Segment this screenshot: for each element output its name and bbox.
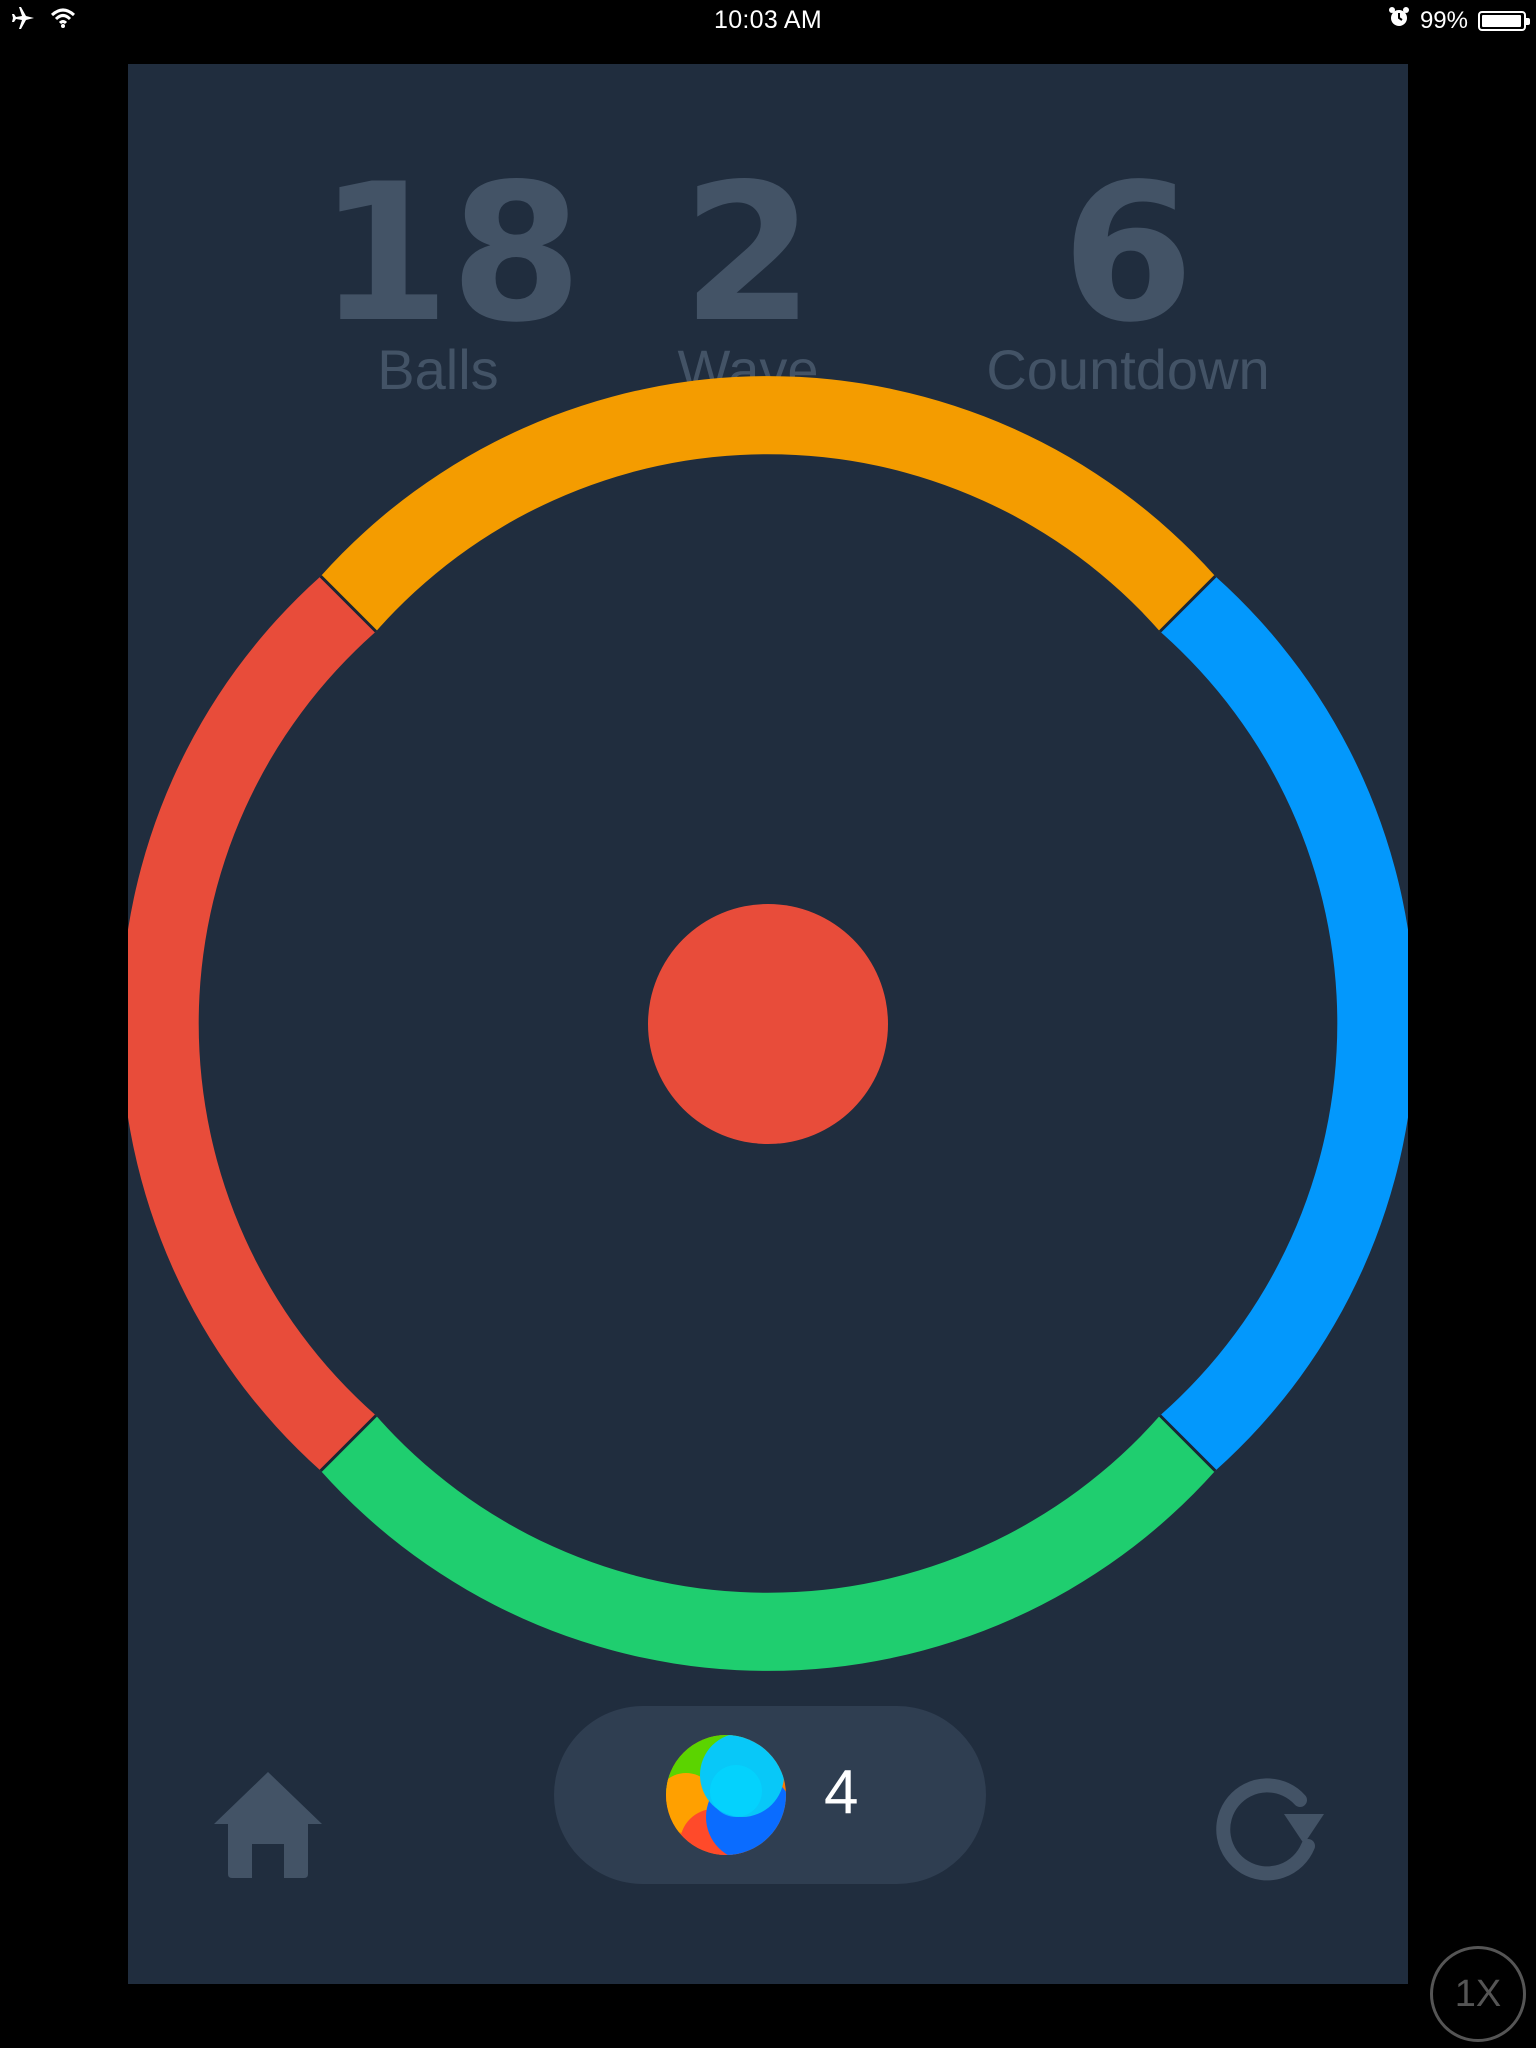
ring-segment-right[interactable] — [1160, 576, 1408, 1471]
status-time: 10:03 AM — [713, 6, 823, 34]
home-icon — [214, 1772, 322, 1878]
speed-indicator-button[interactable]: 1X — [1430, 1946, 1526, 2042]
center-ball — [648, 904, 888, 1144]
powerup-count: 4 — [824, 1758, 859, 1827]
restart-button[interactable] — [1208, 1764, 1328, 1884]
battery-percent: 99% — [1419, 6, 1468, 34]
home-button[interactable] — [208, 1764, 328, 1884]
powerup-button[interactable]: 4 — [554, 1706, 986, 1884]
battery-icon — [1478, 10, 1530, 31]
game-board[interactable]: 18 Balls 2 Wave 6 Countdown 4 — [128, 64, 1408, 1984]
ring-segment-bottom[interactable] — [320, 1415, 1216, 1671]
ring-segment-left[interactable] — [128, 576, 376, 1471]
status-bar: 10:03 AM 99% — [0, 0, 1536, 42]
color-orb-icon — [666, 1735, 786, 1855]
restart-icon — [1216, 1778, 1324, 1881]
ring-segment-top[interactable] — [320, 376, 1216, 632]
alarm-icon — [1388, 6, 1410, 35]
